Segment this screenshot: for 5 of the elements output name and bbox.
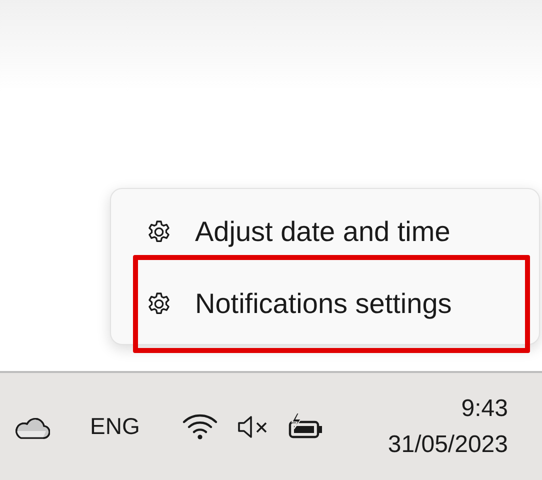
clock[interactable]: 9:43 31/05/2023 bbox=[388, 390, 508, 462]
language-indicator[interactable]: ENG bbox=[90, 413, 140, 440]
menu-item[interactable]: Notifications settings bbox=[133, 255, 530, 353]
charging-battery-icon[interactable] bbox=[288, 412, 324, 440]
wifi-icon[interactable] bbox=[182, 412, 218, 440]
